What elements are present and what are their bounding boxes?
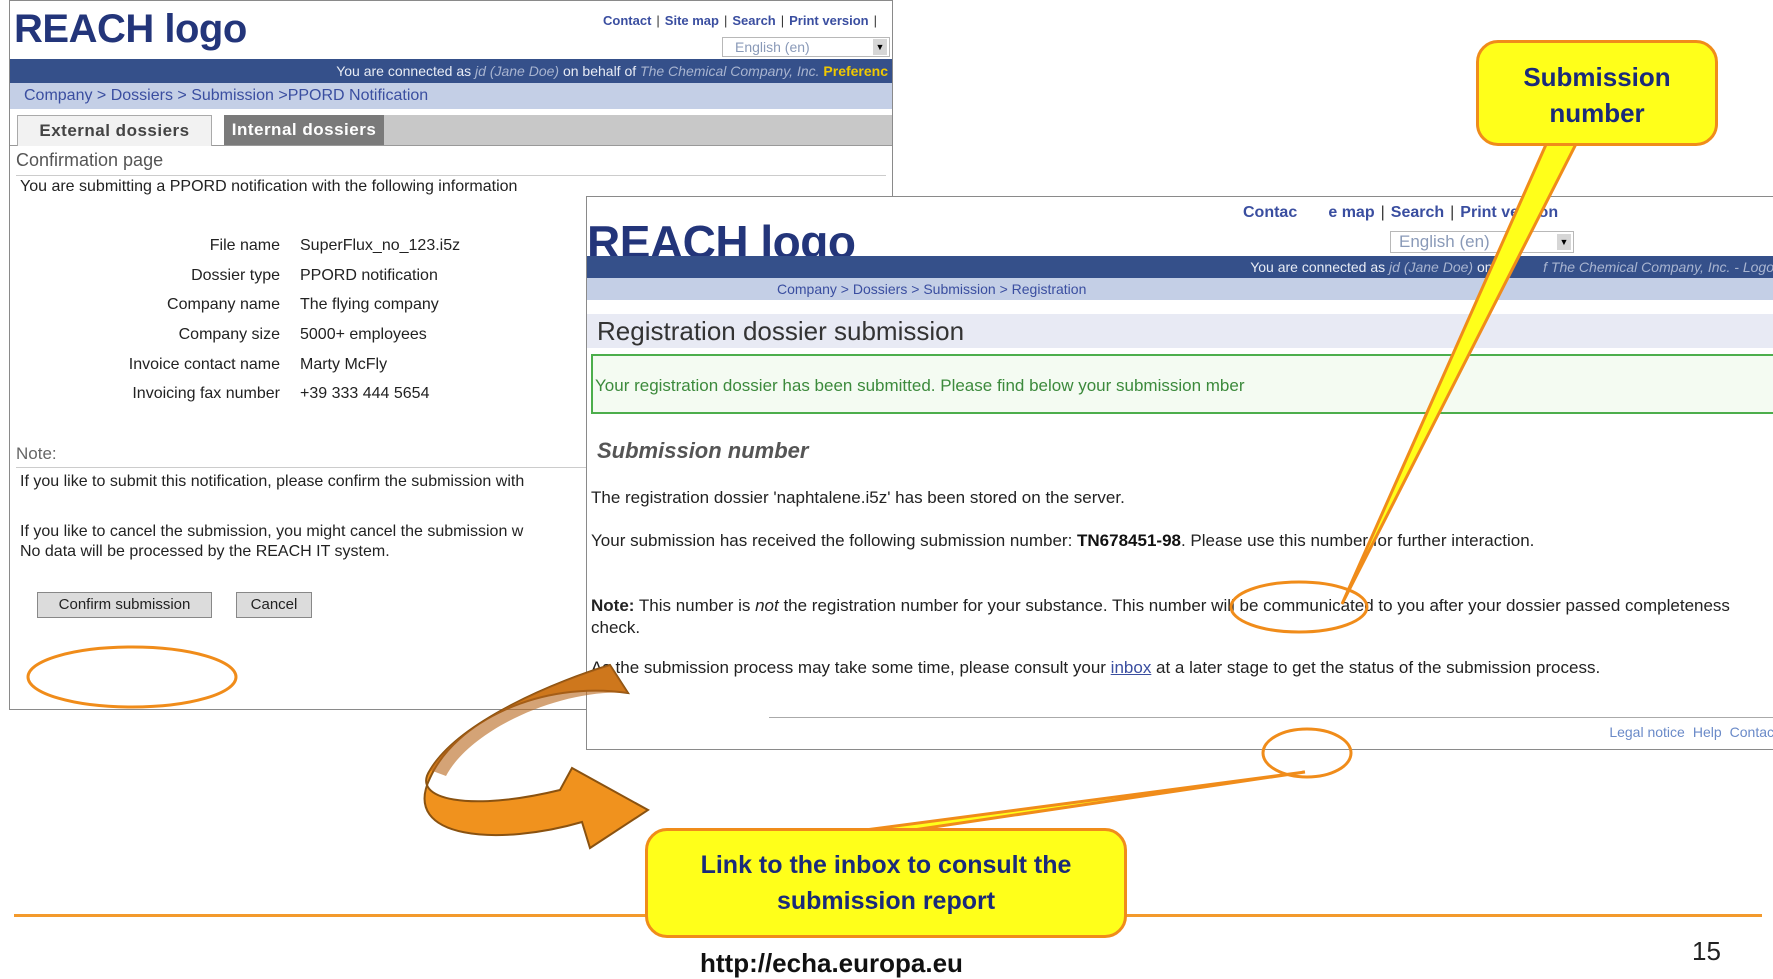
registration-submission-window: REACH logo Contac e map | Search | Print ver… (586, 196, 1773, 750)
field-value: SuperFlux_no_123.i5z (300, 236, 461, 254)
echa-url: http://echa.europa.eu (700, 948, 963, 978)
field-label: Invoice contact name (128, 355, 280, 373)
breadcrumb-current: > Registration (995, 281, 1087, 297)
submission-number-value: TN678451-98 (1077, 531, 1181, 550)
language-value: English (en) (1399, 232, 1490, 251)
breadcrumb-submission[interactable]: Submission (191, 87, 274, 104)
table-row: Company size 5000+ employees (100, 320, 460, 350)
breadcrumb-dossiers[interactable]: Dossiers (853, 281, 907, 297)
breadcrumb-dossiers[interactable]: Dossiers (111, 87, 173, 104)
breadcrumb-company[interactable]: Company (777, 281, 837, 297)
language-select[interactable]: English (en) ▼ (1390, 231, 1574, 253)
page-number: 15 (1692, 936, 1721, 966)
note-confirm-text: If you like to submit this notification,… (20, 473, 525, 490)
connected-mid: on be (1473, 259, 1513, 275)
submission-number-text: Your submission has received the followi… (591, 530, 1761, 552)
note-label: Note: (591, 596, 635, 615)
search-link[interactable]: Search (1391, 204, 1444, 221)
callout-tail-bottom (849, 770, 1306, 834)
field-value: +39 333 444 5654 (300, 385, 430, 403)
cancel-button[interactable]: Cancel (236, 592, 312, 618)
inbox-text-before: As the submission process may take some … (591, 658, 1111, 677)
submission-number-header: Submission number (597, 438, 809, 463)
footer-divider (769, 717, 1773, 718)
submission-number-callout: Submission number (1476, 40, 1718, 146)
footer-links: Legal notice Help Contac (1601, 724, 1773, 740)
breadcrumb-company[interactable]: Company (24, 87, 92, 104)
site-map-link[interactable]: Site map (665, 13, 719, 28)
table-row: Invoice contact name Marty McFly (100, 350, 460, 380)
note-cancel-text: If you like to cancel the submission, yo… (20, 522, 523, 562)
connected-prefix: You are connected as (336, 63, 476, 79)
legal-notice-link[interactable]: Legal notice (1609, 724, 1685, 740)
note-cancel-line1: If you like to cancel the submission, yo… (20, 523, 524, 540)
field-label: Dossier type (191, 266, 280, 284)
top-links: Contac e map | Search | Print version (1243, 204, 1559, 221)
confirmation-header: Confirmation page (16, 145, 886, 176)
page-title: Registration dossier submission (587, 314, 1773, 348)
language-select[interactable]: English (en) ▼ (722, 37, 890, 57)
note-emphasis: not (755, 596, 779, 615)
field-label: Company name (167, 296, 280, 314)
submission-info-table: File name SuperFlux_no_123.i5z Dossier ty… (100, 231, 460, 409)
inbox-link[interactable]: inbox (1111, 658, 1152, 677)
submission-text-before: Your submission has received the followi… (591, 531, 1078, 550)
top-links: Contact | Site map | Search | Print version | (603, 13, 877, 28)
field-value: PPORD notification (300, 266, 438, 284)
inbox-link-callout: Link to the inbox to consult the submiss… (645, 828, 1127, 938)
tab-external-dossiers[interactable]: External dossiers (17, 115, 212, 146)
connection-bar: You are connected as jd (Jane Doe) on be… (10, 59, 892, 83)
field-label: File name (209, 236, 280, 254)
field-value: 5000+ employees (300, 325, 427, 343)
preferences-link[interactable]: Preferenc (820, 63, 888, 79)
connected-mid: on behalf of (559, 63, 641, 79)
help-link[interactable]: Help (1693, 724, 1722, 740)
table-row: Dossier type PPORD notification (100, 261, 460, 291)
success-message: Your registration dossier has been submi… (591, 354, 1773, 414)
tab-internal-dossiers[interactable]: Internal dossiers (224, 115, 384, 145)
table-row: Company name The flying company (100, 290, 460, 320)
language-value: English (en) (735, 39, 810, 55)
search-link[interactable]: Search (732, 13, 775, 28)
connected-user: jd (Jane Doe) (1389, 259, 1474, 275)
inbox-consult-text: As the submission process may take some … (591, 657, 1761, 679)
inbox-text-after: at a later stage to get the status of th… (1151, 658, 1601, 677)
note-cancel-line2: No data will be processed by the REACH I… (20, 543, 390, 560)
field-label: Company size (178, 325, 280, 343)
site-map-link[interactable]: e map (1328, 204, 1374, 221)
chevron-down-icon[interactable]: ▼ (1557, 234, 1571, 250)
field-value: Marty McFly (300, 355, 388, 373)
breadcrumb-current: >PPORD Notification (278, 87, 429, 104)
logout-link[interactable]: - Logo (1730, 259, 1773, 275)
note-text-before: This number is (634, 596, 756, 615)
stored-on-server-text: The registration dossier 'naphtalene.i5z… (591, 488, 1125, 507)
print-version-link[interactable]: Print version (1460, 204, 1558, 221)
table-row: Invoicing fax number +39 333 444 5654 (100, 379, 460, 409)
reach-logo: REACH logo (14, 7, 247, 51)
connected-company: f The Chemical Company, Inc. (1543, 259, 1731, 275)
tab-strip-fill (384, 115, 892, 145)
confirm-submission-button[interactable]: Confirm submission (37, 592, 212, 618)
footer-contact-link[interactable]: Contac (1730, 724, 1773, 740)
confirmation-intro: You are submitting a PPORD notification … (20, 178, 518, 195)
connected-prefix: You are connected as (1250, 259, 1390, 275)
chevron-down-icon[interactable]: ▼ (873, 39, 887, 55)
contact-link[interactable]: Contac (1243, 204, 1297, 221)
breadcrumb: Company > Dossiers > Submission >PPORD N… (10, 83, 892, 109)
connected-company: The Chemical Company, Inc. (640, 63, 820, 79)
breadcrumb-submission[interactable]: Submission (923, 281, 995, 297)
breadcrumb: Company > Dossiers > Submission > Regist… (587, 278, 1773, 300)
field-label: Invoicing fax number (132, 385, 280, 403)
print-version-link[interactable]: Print version (789, 13, 868, 28)
contact-link[interactable]: Contact (603, 13, 651, 28)
field-value: The flying company (300, 296, 439, 314)
submission-text-after: . Please use this number for further int… (1180, 531, 1535, 550)
registration-note-text: Note: This number is not the registratio… (591, 595, 1761, 639)
connected-user: jd (Jane Doe) (475, 63, 560, 79)
dossier-tabs: External dossiers Internal dossiers (10, 109, 892, 146)
table-row: File name SuperFlux_no_123.i5z (100, 231, 460, 261)
connection-bar: You are connected as jd (Jane Doe) on be… (587, 256, 1773, 278)
